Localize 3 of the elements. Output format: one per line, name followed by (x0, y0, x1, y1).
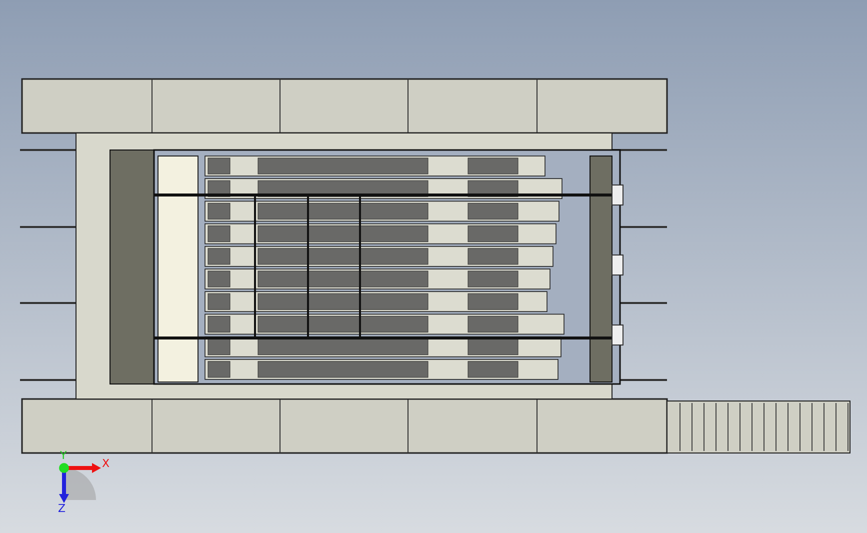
axis-label: Z (58, 503, 66, 514)
axis-triad-icon (59, 463, 101, 503)
axis-label: X (102, 458, 110, 469)
